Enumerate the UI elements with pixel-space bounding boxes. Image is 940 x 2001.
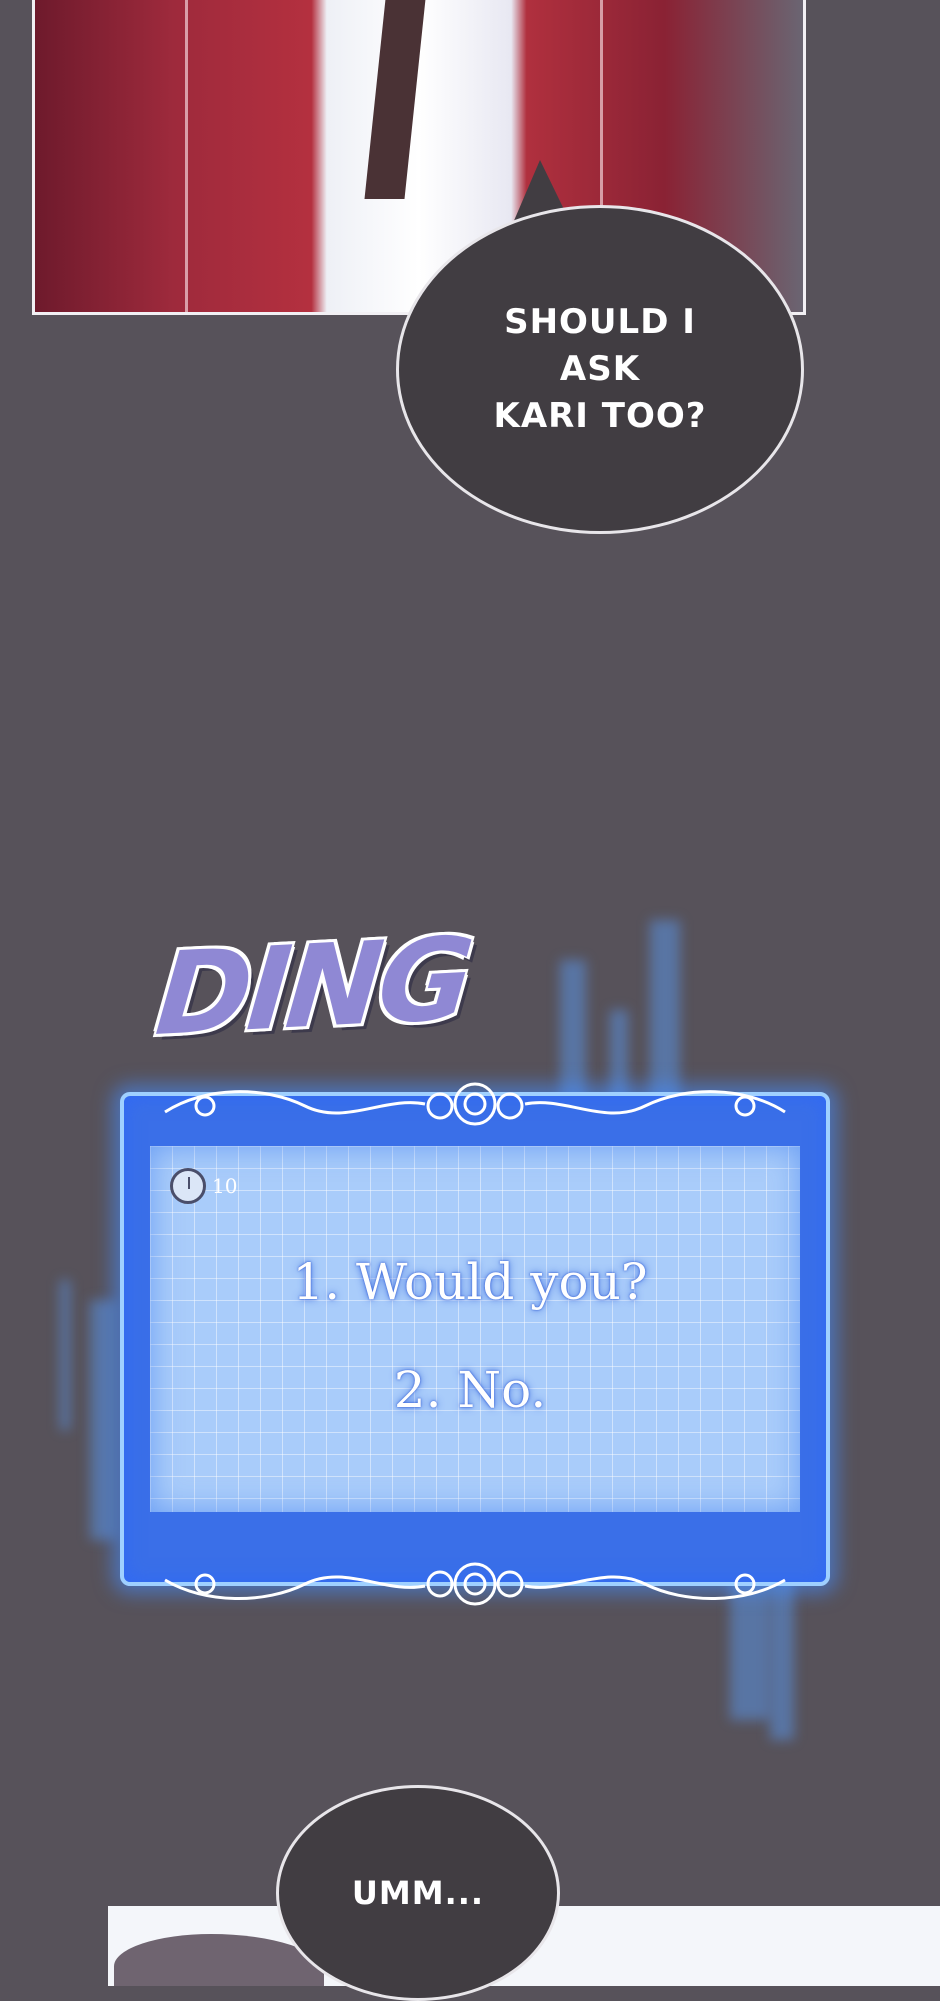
choice-window — [120, 1082, 830, 1606]
sound-effect-text: DING — [151, 911, 475, 1062]
speech-line: KARI TOO? — [493, 396, 707, 436]
jacket-seam — [185, 0, 188, 312]
ornament-bottom-icon — [164, 1562, 786, 1606]
timer: 10 — [170, 1168, 237, 1204]
choice-option-2[interactable]: 2. No. — [0, 1361, 940, 1419]
speech-line: SHOULD I ASK — [504, 302, 696, 389]
choice-window-grid — [150, 1146, 800, 1512]
choice-option-1[interactable]: 1. Would you? — [0, 1253, 940, 1311]
glitch-bar — [90, 1300, 116, 1540]
speech-line: UMM... — [351, 1874, 485, 1912]
stopwatch-icon — [170, 1168, 206, 1204]
timer-value: 10 — [212, 1174, 238, 1198]
speech-bubble: SHOULD I ASK KARI TOO? — [396, 205, 804, 534]
ornament-top-icon — [164, 1082, 786, 1126]
tie — [364, 0, 426, 199]
speech-bubble: UMM... — [276, 1785, 560, 2001]
